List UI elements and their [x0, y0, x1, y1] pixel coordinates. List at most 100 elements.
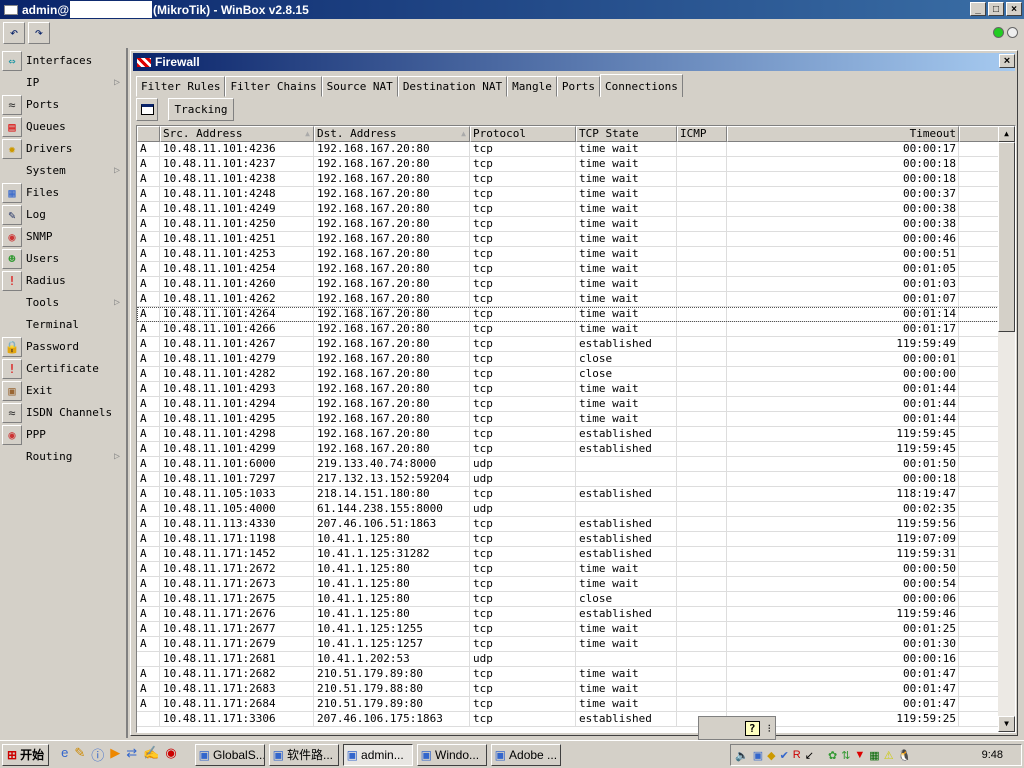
sidebar-item-queues[interactable]: ▤ Queues — [2, 116, 124, 137]
taskbar-button[interactable]: ▣ GlobalS... — [194, 743, 265, 766]
table-row[interactable]: A 10.48.11.105:4000 61.144.238.155:8000 udp… — [137, 502, 999, 517]
toolbar-options-icon[interactable]: ⁝ — [768, 722, 772, 735]
sidebar-item-password[interactable]: 🔒 Password — [2, 336, 124, 357]
sidebar-item-isdn-channels[interactable]: ≈ ISDN Channels — [2, 402, 124, 423]
sidebar-item-routing[interactable]: Routing ▷ — [2, 446, 124, 467]
table-row[interactable]: A 10.48.11.171:2683 210.51.179.88:80 tcp tim… — [137, 682, 999, 697]
sidebar-item-tools[interactable]: Tools ▷ — [2, 292, 124, 313]
scroll-down-button[interactable]: ▼ — [998, 716, 1015, 732]
minimize-button[interactable]: _ — [970, 2, 986, 16]
column-header-tcp-state[interactable]: TCP State — [576, 126, 677, 142]
tab-ports[interactable]: Ports — [556, 76, 601, 97]
column-header-dst-address[interactable]: Dst. Address ▲ — [314, 126, 470, 142]
sidebar-item-snmp[interactable]: ◉ SNMP — [2, 226, 124, 247]
table-row[interactable]: A 10.48.11.171:2682 210.51.179.89:80 tcp tim… — [137, 667, 999, 682]
table-row[interactable]: A 10.48.11.101:4238 192.168.167.20:80 tcp ti… — [137, 172, 999, 187]
scroll-thumb[interactable] — [998, 142, 1015, 332]
tray-r-icon[interactable]: R — [793, 749, 801, 761]
quicklaunch-tool-icon[interactable]: ✎ — [74, 745, 85, 764]
column-header-icmp[interactable]: ICMP — [677, 126, 727, 142]
tab-connections[interactable]: Connections — [600, 74, 683, 97]
table-row[interactable]: A 10.48.11.171:2677 10.41.1.125:1255 tcp tim… — [137, 622, 999, 637]
tab-source-nat[interactable]: Source NAT — [321, 76, 398, 97]
table-row[interactable]: A 10.48.11.105:1033 218.14.151.180:80 tcp es… — [137, 487, 999, 502]
sidebar-item-system[interactable]: System ▷ — [2, 160, 124, 181]
media-player-icon[interactable]: ▶ — [110, 745, 120, 764]
table-row[interactable]: A 10.48.11.101:4295 192.168.167.20:80 tcp ti… — [137, 412, 999, 427]
taskbar-button[interactable]: ▣ Adobe ... — [490, 743, 561, 766]
column-header-protocol[interactable]: Protocol — [470, 126, 576, 142]
tab-destination-nat[interactable]: Destination NAT — [397, 76, 508, 97]
sidebar-item-exit[interactable]: ▣ Exit — [2, 380, 124, 401]
start-button[interactable]: ⊞ 开始 — [2, 743, 50, 766]
sidebar-item-ppp[interactable]: ◉ PPP — [2, 424, 124, 445]
table-row[interactable]: A 10.48.11.113:4330 207.46.106.51:1863 tcp e… — [137, 517, 999, 532]
table-row[interactable]: A 10.48.11.171:1452 10.41.1.125:31282 tcp es… — [137, 547, 999, 562]
table-row[interactable]: A 10.48.11.101:4264 192.168.167.20:80 tcp ti… — [137, 307, 999, 322]
table-row[interactable]: A 10.48.11.101:4262 192.168.167.20:80 tcp ti… — [137, 292, 999, 307]
table-row[interactable]: A 10.48.11.101:4279 192.168.167.20:80 tcp cl… — [137, 352, 999, 367]
tab-filter-chains[interactable]: Filter Chains — [225, 76, 322, 97]
table-row[interactable]: A 10.48.11.101:4253 192.168.167.20:80 tcp ti… — [137, 247, 999, 262]
close-button[interactable]: × — [1006, 2, 1022, 16]
antivirus-icon[interactable]: ▼ — [854, 749, 865, 761]
tab-filter-rules[interactable]: Filter Rules — [136, 76, 226, 97]
taskbar-button[interactable]: ▣ Windo... — [416, 743, 487, 766]
table-row[interactable]: A 10.48.11.171:2672 10.41.1.125:80 tcp time … — [137, 562, 999, 577]
help-button[interactable]: ? — [744, 720, 760, 736]
sidebar-item-ports[interactable]: ≈ Ports — [2, 94, 124, 115]
column-header-timeout[interactable]: Timeout — [727, 126, 959, 142]
tray-arrow-icon[interactable]: ↙ — [805, 749, 814, 762]
table-row[interactable]: A 10.48.11.101:4266 192.168.167.20:80 tcp ti… — [137, 322, 999, 337]
maximize-button[interactable]: □ — [988, 2, 1004, 16]
sidebar-item-interfaces[interactable]: ⇔ Interfaces — [2, 50, 124, 71]
table-row[interactable]: A 10.48.11.171:2679 10.41.1.125:1257 tcp tim… — [137, 637, 999, 652]
sidebar-item-radius[interactable]: ! Radius — [2, 270, 124, 291]
table-row[interactable]: A 10.48.11.101:4298 192.168.167.20:80 tcp es… — [137, 427, 999, 442]
info-icon[interactable]: ⓘ — [91, 745, 104, 764]
column-header-src-address[interactable]: Src. Address ▲ — [160, 126, 314, 142]
sidebar-item-terminal[interactable]: Terminal — [2, 314, 124, 335]
table-row[interactable]: A 10.48.11.171:2675 10.41.1.125:80 tcp close… — [137, 592, 999, 607]
window-columns-button[interactable] — [136, 98, 158, 121]
tray-color-icon[interactable]: ✿ — [828, 749, 837, 762]
table-row[interactable]: A 10.48.11.101:6000 219.133.40.74:8000 udp 0… — [137, 457, 999, 472]
volume-icon[interactable]: 🔈 — [735, 749, 749, 762]
table-row[interactable]: A 10.48.11.101:4294 192.168.167.20:80 tcp ti… — [137, 397, 999, 412]
table-row[interactable]: A 10.48.11.101:4282 192.168.167.20:80 tcp cl… — [137, 367, 999, 382]
taskbar-button[interactable]: ▣ 软件路... — [268, 743, 339, 766]
table-row[interactable]: A 10.48.11.101:4260 192.168.167.20:80 tcp ti… — [137, 277, 999, 292]
table-row[interactable]: A 10.48.11.171:2684 210.51.179.89:80 tcp tim… — [137, 697, 999, 712]
table-row[interactable]: 10.48.11.171:2681 10.41.1.202:53 udp 00:00:… — [137, 652, 999, 667]
table-row[interactable]: A 10.48.11.101:4254 192.168.167.20:80 tcp ti… — [137, 262, 999, 277]
sidebar-item-drivers[interactable]: ✹ Drivers — [2, 138, 124, 159]
table-row[interactable]: A 10.48.11.101:4293 192.168.167.20:80 tcp ti… — [137, 382, 999, 397]
table-row[interactable]: A 10.48.11.171:2676 10.41.1.125:80 tcp estab… — [137, 607, 999, 622]
firewall-close-button[interactable]: × — [999, 54, 1015, 68]
sidebar-item-files[interactable]: ▦ Files — [2, 182, 124, 203]
sidebar-item-certificate[interactable]: ! Certificate — [2, 358, 124, 379]
tab-mangle[interactable]: Mangle — [507, 76, 557, 97]
warning-icon[interactable]: ⚠ — [884, 749, 894, 762]
table-row[interactable]: A 10.48.11.171:1198 10.41.1.125:80 tcp estab… — [137, 532, 999, 547]
table-row[interactable]: A 10.48.11.101:4251 192.168.167.20:80 tcp ti… — [137, 232, 999, 247]
table-row[interactable]: A 10.48.11.101:4237 192.168.167.20:80 tcp ti… — [137, 157, 999, 172]
network-tray-icon[interactable]: ▣ — [753, 749, 763, 762]
table-row[interactable]: A 10.48.11.101:4248 192.168.167.20:80 tcp ti… — [137, 187, 999, 202]
tray-meter-icon[interactable]: ▦ — [869, 749, 879, 762]
notepad-icon[interactable]: ✍ — [143, 745, 159, 764]
table-row[interactable]: A 10.48.11.101:4250 192.168.167.20:80 tcp ti… — [137, 217, 999, 232]
undo-button[interactable]: ↶ — [3, 22, 25, 44]
qq-icon[interactable]: 🐧 — [898, 749, 912, 762]
sidebar-item-ip[interactable]: IP ▷ — [2, 72, 124, 93]
redo-button[interactable]: ↷ — [28, 22, 50, 44]
network-icon[interactable]: ⇄ — [126, 745, 137, 764]
table-row[interactable]: A 10.48.11.101:7297 217.132.13.152:59204 ud… — [137, 472, 999, 487]
table-row[interactable]: 10.48.11.171:3306 207.46.106.175:1863 tcp e… — [137, 712, 999, 727]
table-row[interactable]: A 10.48.11.101:4299 192.168.167.20:80 tcp es… — [137, 442, 999, 457]
taskbar-button[interactable]: ▣ admin... — [342, 743, 413, 766]
table-row[interactable]: A 10.48.11.171:2673 10.41.1.125:80 tcp time … — [137, 577, 999, 592]
tray-app-icon[interactable]: ◆ — [767, 749, 775, 762]
table-row[interactable]: A 10.48.11.101:4267 192.168.167.20:80 tcp es… — [137, 337, 999, 352]
table-row[interactable]: A 10.48.11.101:4249 192.168.167.20:80 tcp ti… — [137, 202, 999, 217]
